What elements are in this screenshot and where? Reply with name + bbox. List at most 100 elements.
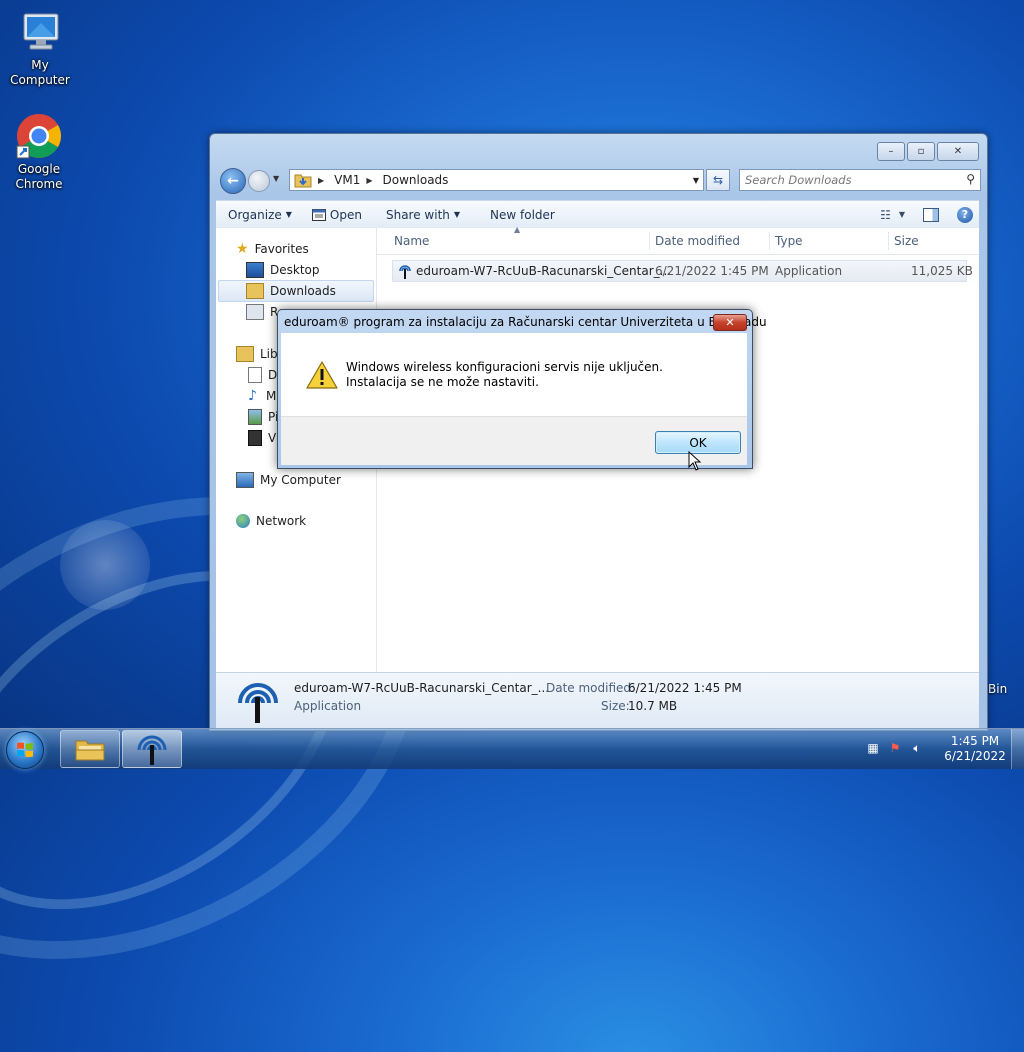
show-desktop-button[interactable] <box>1011 729 1024 769</box>
recent-pages-chevron-icon[interactable]: ▼ <box>273 174 279 183</box>
file-size: 11,025 KB <box>911 264 973 278</box>
open-button[interactable]: Open <box>302 201 372 228</box>
clock-time: 1:45 PM <box>950 734 1000 748</box>
breadcrumb-chevron-icon[interactable]: ▶ <box>366 176 372 185</box>
file-row[interactable]: eduroam-W7-RcUuB-Racunarski_Centar_... 6… <box>392 260 973 282</box>
dialog-body: Windows wireless konfiguracioni servis n… <box>281 333 747 416</box>
column-headers: Name ▲ Date modified Type Size <box>377 225 979 255</box>
dialog-message: Windows wireless konfiguracioni servis n… <box>346 360 663 389</box>
taskbar-clock[interactable]: 1:45 PM 6/21/2022 <box>940 734 1010 764</box>
details-size-value: 10.7 MB <box>628 699 678 713</box>
taskbar-eduroam-button[interactable] <box>122 730 182 768</box>
network-globe-icon <box>236 514 250 528</box>
nav-favorites[interactable]: ★ Favorites <box>236 241 309 257</box>
libraries-icon <box>236 346 254 362</box>
downloads-folder-icon <box>246 283 264 299</box>
windows-logo-icon <box>17 742 33 758</box>
nav-library-pictures[interactable]: Pi <box>248 409 278 425</box>
search-input[interactable]: Search Downloads ⚲ <box>739 169 981 191</box>
file-date: 6/21/2022 1:45 PM <box>655 264 769 278</box>
details-size-label: Size: <box>601 699 630 713</box>
nav-desktop[interactable]: Desktop <box>246 262 320 278</box>
share-with-button[interactable]: Share with ▼ <box>372 201 470 228</box>
maximize-button[interactable]: ▫ <box>907 142 935 161</box>
computer-icon <box>16 8 64 56</box>
close-button[interactable]: ✕ <box>937 142 979 161</box>
new-folder-button[interactable]: New folder <box>470 201 565 228</box>
error-dialog[interactable]: eduroam® program za instalaciju za Račun… <box>277 309 767 471</box>
breadcrumb-chevron-icon[interactable]: ▶ <box>318 176 324 185</box>
warning-icon <box>306 361 338 389</box>
nav-label: Favorites <box>254 242 309 256</box>
organize-button[interactable]: Organize ▼ <box>216 201 302 228</box>
refresh-icon: ⇆ <box>712 173 724 187</box>
nav-downloads[interactable]: Downloads <box>246 283 336 299</box>
address-bar[interactable]: ▶ VM1 ▶ Downloads ▼ <box>289 169 704 191</box>
documents-icon <box>248 367 262 383</box>
column-type[interactable]: Type <box>775 234 803 248</box>
action-center-flag-icon[interactable]: ⚑ <box>888 741 902 755</box>
command-bar: Organize ▼ Open Share with ▼ New folder … <box>216 200 979 229</box>
column-size[interactable]: Size <box>894 234 919 248</box>
music-note-icon: ♪ <box>248 388 257 404</box>
volume-icon[interactable]: 🔈︎ <box>910 741 924 755</box>
network-icon[interactable]: ▦ <box>866 741 880 755</box>
mouse-cursor-icon <box>688 451 702 471</box>
help-icon[interactable]: ? <box>957 206 973 223</box>
nav-my-computer[interactable]: My Computer <box>236 472 341 488</box>
clock-date: 6/21/2022 <box>944 749 1006 763</box>
file-type: Application <box>775 264 843 278</box>
column-divider[interactable] <box>769 232 770 250</box>
nav-label: My Computer <box>260 473 341 487</box>
wallpaper-glow <box>60 520 150 610</box>
details-date-value: 6/21/2022 1:45 PM <box>628 681 742 695</box>
column-divider[interactable] <box>888 232 889 250</box>
column-divider[interactable] <box>649 232 650 250</box>
forward-button[interactable] <box>248 170 270 192</box>
navigation-bar: ← ▼ ▶ VM1 ▶ Downloads ▼ ⇆ Search Downloa… <box>218 166 981 194</box>
address-dropdown-icon[interactable]: ▼ <box>693 176 699 185</box>
recent-places-icon <box>246 304 264 320</box>
nav-network[interactable]: Network <box>236 514 306 528</box>
details-file-name: eduroam-W7-RcUuB-Racunarski_Centar_... <box>294 681 550 695</box>
chevron-down-icon: ▼ <box>453 210 461 219</box>
desktop-icon-my-computer[interactable]: My Computer <box>0 8 80 88</box>
desktop-icon <box>246 262 264 278</box>
system-tray: ▦ ⚑ 🔈︎ <box>866 741 924 755</box>
taskbar-explorer-button[interactable] <box>60 730 120 768</box>
nav-library-music[interactable]: ♪ M <box>248 388 276 404</box>
desktop-icon-google-chrome[interactable]: Google Chrome <box>0 112 78 192</box>
file-name: eduroam-W7-RcUuB-Racunarski_Centar_... <box>416 264 672 278</box>
chevron-down-icon: ▼ <box>285 210 292 219</box>
preview-pane-icon[interactable] <box>923 207 939 222</box>
nav-library-documents[interactable]: D <box>248 367 277 383</box>
nav-library-videos[interactable]: Vi <box>248 430 279 446</box>
column-date-modified[interactable]: Date modified <box>655 234 740 248</box>
window-controls: – ▫ ✕ <box>877 142 979 161</box>
share-with-label: Share with <box>385 207 450 222</box>
open-window-icon <box>311 208 326 221</box>
breadcrumb-downloads[interactable]: Downloads <box>383 173 449 187</box>
desktop-icon-label: Google Chrome <box>15 162 63 191</box>
folder-icon <box>75 740 105 761</box>
refresh-button[interactable]: ⇆ <box>706 169 730 191</box>
start-button[interactable] <box>6 731 44 769</box>
back-button[interactable]: ← <box>220 168 246 194</box>
dialog-close-button[interactable]: ✕ <box>713 314 747 331</box>
chevron-down-icon: ▼ <box>898 210 905 219</box>
details-view-icon: ☷ <box>880 207 891 222</box>
new-folder-label: New folder <box>490 207 555 222</box>
nav-libraries[interactable]: Libr <box>236 346 283 362</box>
column-name[interactable]: Name <box>394 234 429 248</box>
folder-download-icon <box>294 174 312 188</box>
search-placeholder: Search Downloads <box>745 173 852 187</box>
details-pane: eduroam-W7-RcUuB-Racunarski_Centar_... A… <box>216 672 979 729</box>
breadcrumb-vm1[interactable]: VM1 <box>334 173 360 187</box>
search-icon[interactable]: ⚲ <box>966 172 975 186</box>
minimize-button[interactable]: – <box>877 142 905 161</box>
recycle-bin-label[interactable]: Bin <box>988 682 1007 696</box>
change-view-button[interactable]: ☷ ▼ <box>880 208 905 222</box>
open-label: Open <box>329 207 362 222</box>
view-controls: ☷ ▼ ? <box>880 201 973 228</box>
details-file-kind: Application <box>294 699 362 713</box>
